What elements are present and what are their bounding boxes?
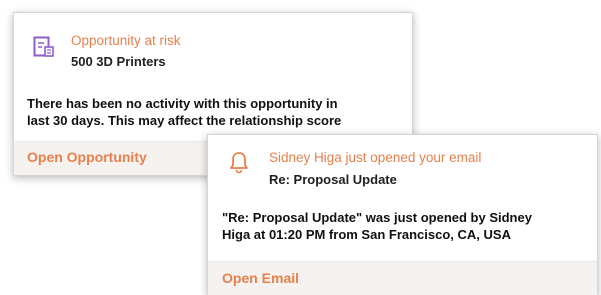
email-opened-card: Sidney Higa just opened your email Re: P… (207, 134, 598, 295)
card-footer: Open Email (208, 261, 597, 295)
body-line: Higa at 01:20 PM from San Francisco, CA,… (222, 227, 511, 242)
card-title: Sidney Higa just opened your email (269, 150, 482, 165)
document-icon (33, 36, 55, 63)
card-body-text: "Re: Proposal Update" was just opened by… (222, 209, 532, 243)
card-body-text: There has been no activity with this opp… (27, 95, 341, 129)
body-line: There has been no activity with this opp… (27, 96, 338, 111)
body-line: last 30 days. This may affect the relati… (27, 113, 342, 128)
bell-icon (228, 150, 250, 179)
body-line: "Re: Proposal Update" was just opened by… (222, 210, 532, 225)
card-title: Opportunity at risk (71, 33, 181, 48)
open-email-link[interactable]: Open Email (222, 270, 299, 286)
card-subtitle: Re: Proposal Update (269, 172, 397, 187)
card-subtitle: 500 3D Printers (71, 54, 166, 69)
open-opportunity-link[interactable]: Open Opportunity (27, 149, 147, 165)
notification-stage: Opportunity at risk 500 3D Printers Ther… (0, 0, 601, 295)
